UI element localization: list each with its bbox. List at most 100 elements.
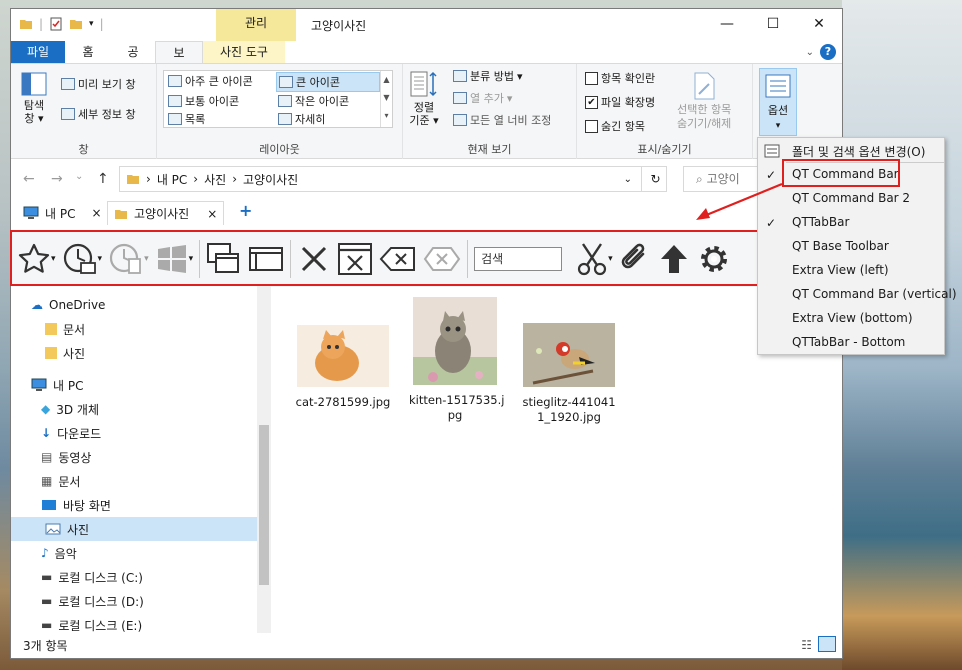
maximize-button[interactable]: ☐ (750, 9, 796, 39)
options-button[interactable]: 옵션 ▾ (759, 68, 797, 136)
tab-close-icon[interactable]: × (207, 207, 217, 221)
nav-item-3d-objects[interactable]: ◆ 3D 개체 (41, 397, 99, 421)
address-box[interactable]: › 내 PC › 사진 › 고양이사진 ⌄ (119, 166, 667, 192)
qat-dropdown-icon[interactable]: ▾ (89, 19, 94, 29)
checkbox[interactable] (585, 71, 598, 85)
ribbon-collapse-icon[interactable]: ⌄ (806, 47, 814, 58)
nav-item-this-pc[interactable]: 내 PC (31, 373, 83, 397)
menu-item-folder-options[interactable]: 폴더 및 검색 옵션 변경(O) (792, 143, 925, 160)
chevron-down-icon: ▾ (775, 121, 781, 131)
menu-item-extra-view-left[interactable]: Extra View (left) (792, 263, 889, 277)
nav-item-pictures[interactable]: 사진 (11, 517, 257, 541)
fit-columns-button[interactable]: 모든 열 너비 조정 (453, 112, 551, 128)
nav-item-documents-od[interactable]: 문서 (45, 317, 85, 341)
hidden-items-toggle[interactable]: 숨긴 항목 (585, 118, 645, 134)
menu-item-qt-base-toolbar[interactable]: QT Base Toolbar (792, 239, 889, 253)
tab-picture-tools[interactable]: 사진 도구 (203, 41, 285, 63)
menu-item-qttabbar[interactable]: QTTabBar (792, 215, 849, 229)
breadcrumb-item[interactable]: 사진 (204, 171, 226, 188)
new-folder-icon[interactable] (69, 17, 83, 31)
nav-item-label: 사진 (63, 346, 86, 361)
context-tab-manage[interactable]: 관리 (216, 9, 296, 41)
layout-list[interactable]: 목록 (168, 111, 205, 127)
recent-dropdown-icon[interactable]: ⌄ (75, 171, 83, 182)
tab-share[interactable]: 공유 (111, 41, 155, 81)
drive-icon: ▬ (41, 570, 53, 584)
nav-item-desktop[interactable]: 바탕 화면 (41, 493, 111, 517)
address-dropdown-icon[interactable]: ⌄ (624, 174, 632, 185)
qt-tab-cat-photos[interactable]: 고양이사진 × (107, 201, 225, 225)
menu-item-qt-command-bar-2[interactable]: QT Command Bar 2 (792, 191, 910, 205)
help-icon[interactable]: ? (820, 44, 836, 60)
forward-arrow-icon[interactable]: → (51, 171, 63, 187)
preview-pane-button[interactable]: 미리 보기 창 (61, 76, 136, 92)
nav-item-onedrive[interactable]: ☁ OneDrive (31, 293, 105, 317)
cube-icon: ◆ (41, 402, 51, 416)
checkbox[interactable] (585, 119, 598, 133)
menu-item-extra-view-bottom[interactable]: Extra View (bottom) (792, 311, 913, 325)
file-item[interactable]: kitten-1517535.j pg (409, 297, 504, 423)
nav-item-documents[interactable]: ▦ 문서 (41, 469, 80, 493)
current-view-group: 정렬 기준 ▾ 분류 방법 ▾ 열 추가 ▾ 모든 열 너비 조정 현재 보기 (403, 64, 577, 160)
checkbox-checked[interactable]: ✔ (585, 95, 598, 109)
checkbox-label: 항목 확인란 (601, 72, 656, 85)
nav-item-music[interactable]: ♪ 음악 (41, 541, 77, 565)
gallery-scroll[interactable]: ▲ ▼ ▾ (380, 71, 392, 127)
fit-columns-icon (453, 114, 467, 126)
item-checkbox-toggle[interactable]: 항목 확인란 (585, 70, 655, 86)
qt-tab-this-pc[interactable]: 내 PC × (17, 201, 108, 225)
nav-item-label: 바탕 화면 (63, 498, 111, 513)
minimize-button[interactable]: — (704, 9, 750, 39)
nav-item-drive-c[interactable]: ▬ 로컬 디스크 (C:) (41, 565, 143, 589)
menu-item-qt-command-bar-vertical[interactable]: QT Command Bar (vertical) (792, 287, 957, 301)
sort-button[interactable]: 정렬 기준 ▾ (409, 70, 439, 127)
details-pane-label: 세부 정보 창 (78, 108, 136, 121)
tab-view[interactable]: 보기 (155, 41, 203, 82)
sort-label: 정렬 기준 ▾ (409, 101, 439, 127)
properties-icon[interactable] (49, 17, 63, 31)
nav-item-videos[interactable]: ▤ 동영상 (41, 445, 91, 469)
group-by-icon (453, 70, 467, 82)
nav-item-label: 다운로드 (57, 426, 102, 441)
layout-icon (168, 113, 182, 125)
large-icons-view-icon[interactable] (818, 636, 836, 652)
nav-pane-button[interactable]: 탐색 창 ▾ (21, 72, 47, 125)
up-arrow-icon[interactable]: ↑ (97, 171, 109, 187)
nav-item-downloads[interactable]: ↓ 다운로드 (41, 421, 101, 445)
new-tab-plus-icon[interactable]: + (239, 201, 252, 220)
layout-large[interactable]: 큰 아이콘 (276, 72, 380, 92)
nav-scrollbar-thumb[interactable] (259, 425, 269, 585)
tab-close-icon[interactable]: × (91, 206, 101, 220)
file-item[interactable]: cat-2781599.jpg (295, 325, 391, 410)
breadcrumb-item[interactable]: 내 PC (157, 171, 187, 188)
tab-home[interactable]: 홈 (65, 41, 111, 63)
back-arrow-icon[interactable]: ← (23, 171, 35, 187)
add-columns-button[interactable]: 열 추가 ▾ (453, 90, 512, 106)
checkbox-label: 파일 확장명 (601, 96, 656, 109)
nav-item-drive-d[interactable]: ▬ 로컬 디스크 (D:) (41, 589, 144, 613)
file-extension-toggle[interactable]: ✔ 파일 확장명 (585, 94, 655, 110)
hide-selected-button[interactable]: 선택한 항목 숨기기/해제 (677, 72, 731, 131)
layout-medium[interactable]: 보통 아이콘 (168, 93, 239, 109)
layout-icon (168, 95, 182, 107)
nav-item-label: OneDrive (49, 298, 106, 312)
group-by-button[interactable]: 분류 방법 ▾ (453, 68, 523, 84)
file-item[interactable]: stieglitz-441041 1_1920.jpg (521, 323, 617, 425)
layout-small[interactable]: 작은 아이콘 (278, 93, 349, 109)
tab-file[interactable]: 파일 (11, 41, 65, 63)
group-label-show-hide: 표시/숨기기 (637, 143, 692, 156)
breadcrumb-item[interactable]: 고양이사진 (243, 171, 298, 188)
layout-details[interactable]: 자세히 (278, 111, 325, 127)
details-pane-button[interactable]: 세부 정보 창 (61, 106, 136, 122)
close-button[interactable]: ✕ (796, 9, 842, 39)
menu-item-qttabbar-bottom[interactable]: QTTabBar - Bottom (792, 335, 905, 349)
pc-icon (23, 206, 39, 219)
kitten-thumbnail (413, 297, 497, 385)
nav-pane-label: 탐색 창 ▾ (23, 99, 45, 125)
folder-icon (45, 347, 57, 359)
nav-item-label: 사진 (67, 522, 90, 537)
details-view-icon[interactable]: ☷ (801, 638, 812, 652)
nav-item-pictures-od[interactable]: 사진 (45, 341, 85, 365)
refresh-button[interactable]: ↻ (641, 166, 669, 192)
layout-extra-large[interactable]: 아주 큰 아이콘 (168, 73, 253, 89)
